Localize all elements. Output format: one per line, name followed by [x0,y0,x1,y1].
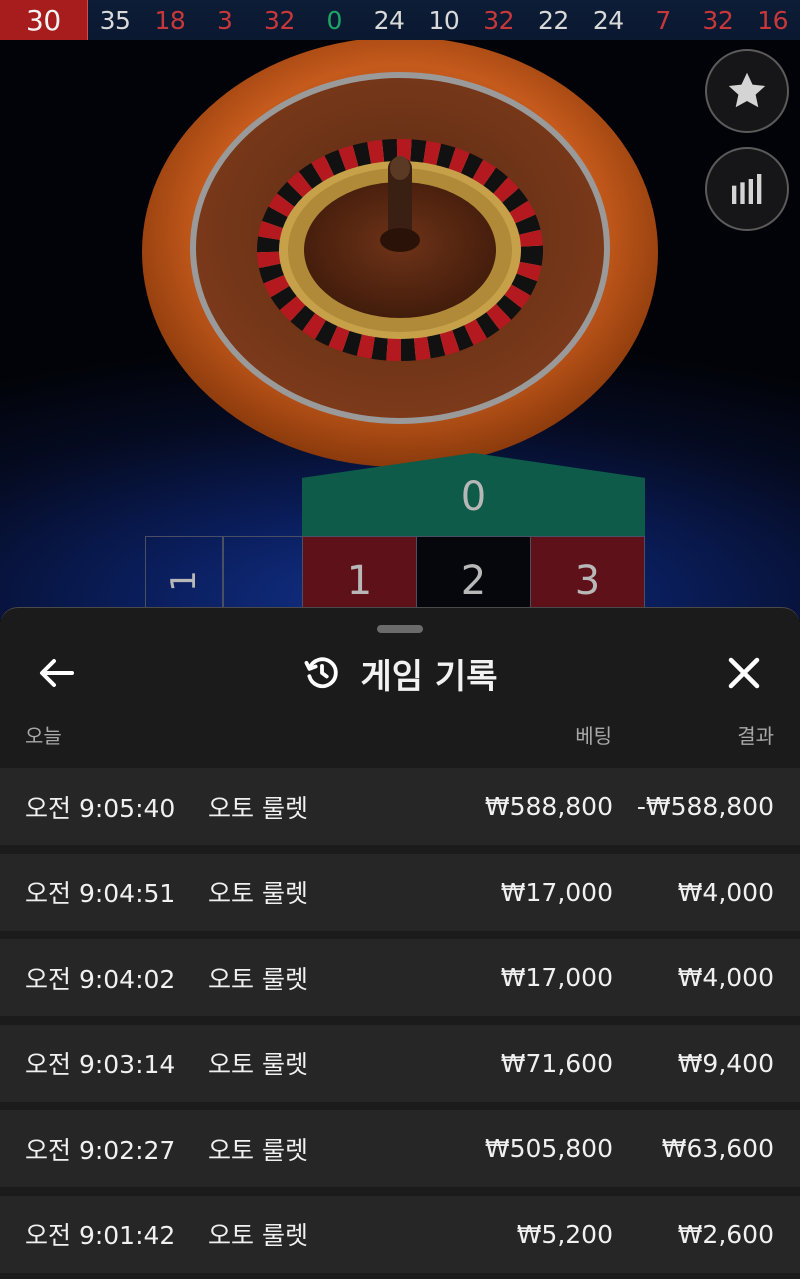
row-game-name: 오토 룰렛 [208,1221,308,1250]
result-number: 32 [702,5,734,35]
row-result-amount: ₩9,400 [677,1048,774,1078]
result-number: 32 [483,5,515,35]
result-number: 30 [0,0,88,40]
bet-column-header: 베팅 [575,724,612,748]
row-bet-amount: ₩5,200 [516,1219,613,1249]
row-game-name: 오토 룰렛 [208,1050,308,1079]
zero-bet-cell[interactable]: 0 [302,453,645,536]
recent-results-strip: 30 35 18 3 32 0 24 10 32 22 24 7 32 16 [0,0,800,40]
row-game-name: 오토 룰렛 [208,793,308,823]
close-icon [728,657,760,689]
history-row[interactable]: 오전 9:04:51 오토 룰렛 ₩17,000 ₩4,000 [0,853,800,931]
betting-table: 0 1 1 2 3 [0,40,800,620]
history-row[interactable]: 오전 9:05:40 오토 룰렛 ₩588,800 -₩588,800 [0,768,800,845]
sheet-title: 게임 기록 [360,656,498,697]
row-bet-amount: ₩17,000 [500,877,613,907]
game-scene: 0 1 1 2 3 [0,40,800,620]
row-result-amount: ₩63,600 [661,1134,774,1163]
row-time: 오전 9:04:51 [25,879,176,908]
result-column-header: 결과 [737,724,774,748]
history-list: 오전 9:05:40 오토 룰렛 ₩588,800 -₩588,800 오전 9… [0,768,800,1279]
row-time: 오전 9:05:40 [25,793,176,823]
result-number: 10 [428,5,460,35]
row-bet-amount: ₩71,600 [500,1048,613,1078]
row-bet-amount: ₩17,000 [500,963,613,992]
result-number: 22 [538,5,569,35]
history-row[interactable]: 오전 9:01:42 오토 룰렛 ₩5,200 ₩2,600 [0,1195,800,1273]
history-icon [304,657,338,689]
result-number: 3 [216,5,233,35]
result-number: 0 [326,5,343,35]
close-button[interactable] [718,648,770,698]
row-game-name: 오토 룰렛 [208,1135,308,1165]
sheet-drag-handle[interactable] [377,625,423,633]
result-number: 24 [592,5,624,35]
history-row[interactable]: 오전 9:02:27 오토 룰렛 ₩505,800 ₩63,600 [0,1110,800,1187]
result-number: 35 [99,5,131,35]
result-number: 32 [264,5,295,35]
row-result-amount: ₩2,600 [677,1219,774,1249]
history-row[interactable]: 오전 9:04:02 오토 룰렛 ₩17,000 ₩4,000 [0,939,800,1016]
bet-cell-label: 1 [163,570,204,592]
result-number: 16 [757,5,789,35]
history-row[interactable]: 오전 9:03:14 오토 룰렛 ₩71,600 ₩9,400 [0,1024,800,1102]
row-time: 오전 9:04:02 [25,964,176,994]
result-number: 24 [373,5,405,35]
sheet-header: 게임 기록 [0,638,800,708]
row-bet-amount: ₩588,800 [484,792,613,821]
row-result-amount: ₩4,000 [677,877,774,907]
row-time: 오전 9:01:42 [25,1221,176,1250]
row-game-name: 오토 룰렛 [208,964,308,994]
row-result-amount: ₩4,000 [677,963,774,992]
row-bet-amount: ₩505,800 [484,1134,613,1163]
date-group-header: 오늘 [25,724,62,748]
result-number: 7 [655,5,671,35]
row-time: 오전 9:03:14 [25,1050,176,1079]
sheet-title-group: 게임 기록 [0,638,800,708]
result-number: 18 [154,5,186,35]
row-game-name: 오토 룰렛 [208,879,308,908]
row-result-amount: -₩588,800 [636,792,774,821]
row-time: 오전 9:02:27 [25,1135,176,1165]
